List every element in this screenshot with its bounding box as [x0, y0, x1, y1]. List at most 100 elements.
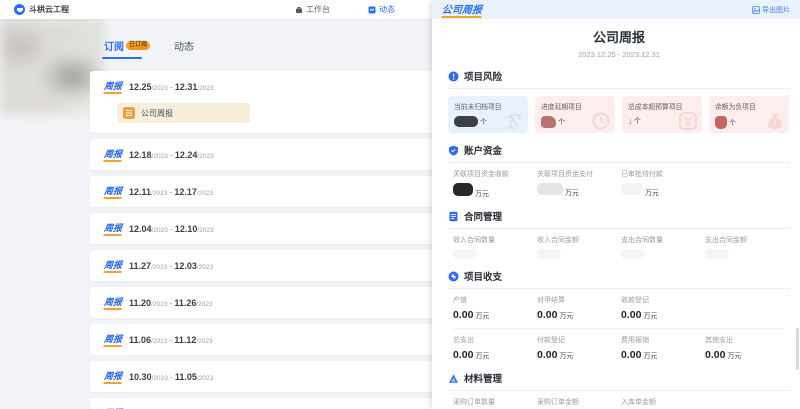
company-weekly-report-item[interactable]: 公司周报: [117, 103, 250, 123]
nav-item-workbench[interactable]: 工作台: [295, 4, 330, 15]
tab-label: 动态: [174, 38, 194, 53]
risk-alert-icon: [448, 71, 459, 82]
clock-icon: [591, 111, 611, 131]
stat-unit: 万元: [475, 189, 489, 199]
redacted-value: [715, 116, 727, 129]
report-date-range: 11.06/2023-11.12/2023: [129, 335, 213, 345]
weekly-report-badge: 周报: [103, 221, 122, 236]
stat-label: 关联项目资金收款: [453, 169, 537, 179]
stat-income-contract-count: 收入合同数量: [453, 235, 537, 259]
tab-dynamics[interactable]: 动态: [174, 38, 194, 53]
stat-purchase-order-amount: 采购订单金额 0.00万元: [537, 397, 621, 409]
report-date-range: 11.20/2023-11.26/2023: [129, 298, 213, 308]
stat-value: 0.00: [621, 349, 641, 361]
feed-tabs: 订阅 已订阅 动态: [90, 28, 435, 59]
stat-label: 采购订单数量: [453, 397, 537, 407]
report-date-range: 12.11/2023-12.17/2023: [129, 187, 213, 197]
stat-label: 已审批待付款: [621, 169, 705, 179]
risk-card-unarchived: 当前未归档项目 个: [448, 96, 528, 133]
redacted-value: [537, 183, 563, 195]
divider: [448, 162, 790, 163]
report-body: 公司周报 2023.12.25 - 2023.12.31 项目风险 当前未归档项…: [432, 19, 800, 409]
redacted-value: [453, 183, 473, 196]
card-unit: 个: [729, 118, 736, 128]
weekly-report-badge: 周报: [103, 184, 122, 199]
report-list-row[interactable]: 周报 10.30/2023-11.05/2023: [90, 361, 435, 392]
stat-funds-received: 关联项目资金收款 万元: [453, 169, 537, 199]
shield-icon: [448, 145, 459, 156]
stat-output-value: 产值 0.00万元: [453, 295, 537, 321]
stat-expense-contract-count: 支出合同数量: [621, 235, 705, 259]
weekly-report-badge: 周报: [103, 147, 122, 162]
card-label: 进度延期项目: [541, 101, 615, 111]
risk-card-negative-balance: 余额为负项目 个: [709, 96, 789, 133]
income-expense-icon: [448, 271, 459, 282]
export-image-button[interactable]: 导出图片: [752, 5, 790, 15]
stat-label: 收入合同金额: [537, 235, 621, 245]
divider: [453, 328, 783, 329]
report-list-row[interactable]: 周报 11.20/2023-11.26/2023: [90, 287, 435, 318]
section-title: 项目收支: [464, 269, 502, 283]
tab-subscription[interactable]: 订阅 已订阅: [104, 38, 150, 53]
nav-item-label: 工作台: [306, 4, 330, 15]
stat-unit: 万元: [643, 311, 657, 321]
document-icon: [123, 107, 135, 119]
redacted-value: [454, 116, 478, 127]
stat-payment-registration: 付款登记 0.00万元: [537, 335, 621, 361]
divider: [448, 288, 790, 289]
report-group-card[interactable]: 周报 12.25/2023-12.31/2023 公司周报: [90, 71, 435, 133]
report-list-row[interactable]: 周报 12.11/2023-12.17/2023: [90, 176, 435, 207]
brand[interactable]: 斗栱云工程: [14, 4, 69, 15]
feed-panel: 订阅 已订阅 动态 周报 12.25/2023-12.31/2023 公司周报: [90, 28, 435, 409]
stat-label: 其他支出: [705, 335, 789, 345]
report-list-row[interactable]: 周报 11.27/2023-12.03/2023: [90, 250, 435, 281]
background-photo: [0, 19, 104, 115]
section-contract-management: 合同管理 收入合同数量 收入合同金额 支出合同数量: [448, 209, 790, 259]
report-date-range: 2023.12.25 - 2023.12.31: [448, 50, 790, 59]
redacted-value: [541, 116, 556, 128]
stat-label: 入库单金额: [621, 397, 705, 407]
stat-unit: 万元: [559, 351, 573, 361]
scrollbar[interactable]: [796, 328, 799, 370]
report-item-label: 公司周报: [141, 108, 173, 119]
weekly-report-badge: 周报: [103, 332, 122, 347]
report-panel-title: 公司周报: [441, 1, 482, 18]
weekly-report-badge: 周报: [103, 258, 122, 273]
briefcase-icon: [295, 6, 303, 14]
report-list-row[interactable]: 周报 12.04/2023-12.10/2023: [90, 213, 435, 244]
stat-label: 对甲结算: [537, 295, 621, 305]
stat-unit: 万元: [559, 311, 573, 321]
report-date-range: 12.25/2023-12.31/2023: [129, 82, 214, 92]
report-title: 公司周报: [448, 27, 790, 46]
weekly-report-badge: 周报: [103, 295, 122, 310]
image-icon: [752, 6, 760, 14]
tab-label: 订阅: [104, 38, 124, 53]
card-unit: 个: [558, 117, 565, 127]
nav-item-dynamics[interactable]: 动态: [368, 4, 395, 15]
moneybag-icon: [765, 111, 785, 131]
stat-unit: 万元: [475, 351, 489, 361]
material-icon: [448, 373, 459, 384]
report-list-row[interactable]: 周报 12.18/2023-12.24/2023: [90, 139, 435, 170]
stat-unit: 万元: [475, 311, 489, 321]
stat-label: 收款登记: [621, 295, 705, 305]
risk-cards: 当前未归档项目 个 进度延期项目 个: [448, 96, 790, 133]
contract-icon: [448, 211, 459, 222]
stat-label: 费用报销: [621, 335, 705, 345]
yuan-icon: [678, 111, 698, 131]
stat-receipt-registration: 收款登记 0.00万元: [621, 295, 705, 321]
stat-value: 0.00: [537, 349, 557, 361]
report-list-row[interactable]: 周报 10.23/2023-10.29/2023: [90, 398, 435, 409]
report-date-range: 11.27/2023-12.03/2023: [129, 261, 213, 271]
risk-card-delayed: 进度延期项目 个: [535, 96, 615, 133]
nav-item-label: 动态: [379, 4, 395, 15]
report-list-row[interactable]: 周报 11.06/2023-11.12/2023: [90, 324, 435, 355]
stat-label: 产值: [453, 295, 537, 305]
report-date-range: 12.18/2023-12.24/2023: [129, 150, 214, 160]
section-title: 项目风险: [464, 69, 502, 83]
stat-inbound-order-amount: 入库单金额 0.00万元: [621, 397, 705, 409]
section-title: 合同管理: [464, 209, 502, 223]
card-label: 余额为负项目: [715, 101, 789, 111]
stat-label: 支出合同数量: [621, 235, 705, 245]
dynamics-icon: [368, 6, 376, 14]
